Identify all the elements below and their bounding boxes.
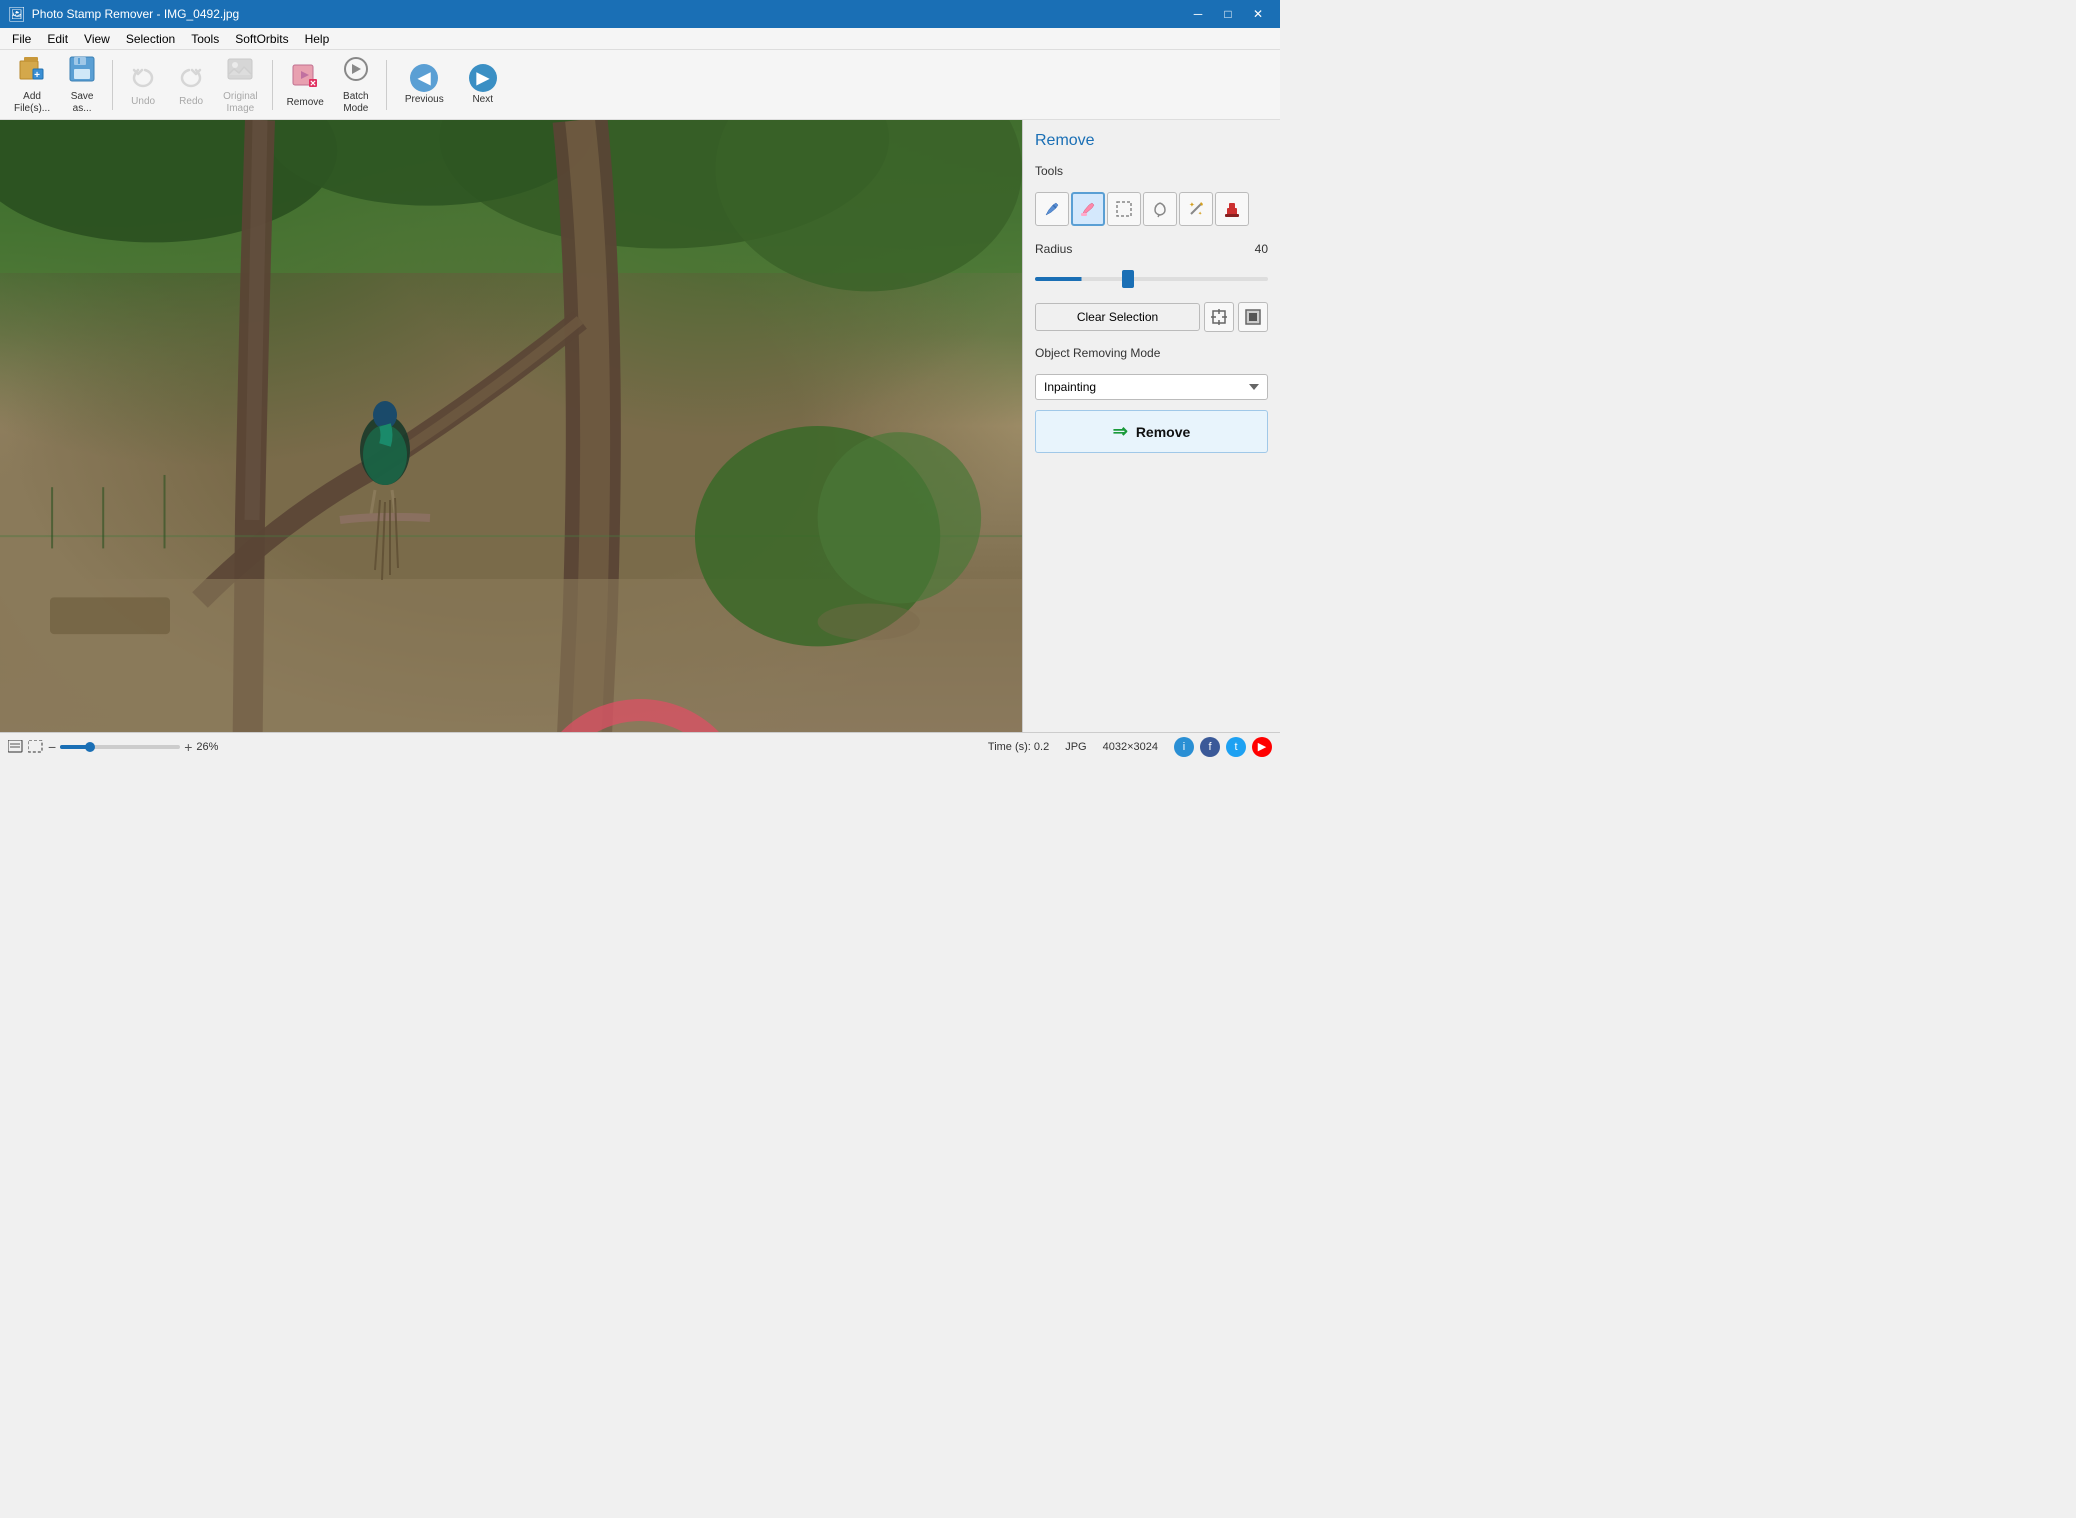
- add-files-button[interactable]: + AddFile(s)...: [8, 56, 56, 114]
- lasso-tool-button[interactable]: [1143, 192, 1177, 226]
- clear-selection-row: Clear Selection: [1035, 302, 1268, 332]
- toolbar-separator-1: [112, 60, 113, 110]
- menu-file[interactable]: File: [4, 30, 39, 48]
- tools-label: Tools: [1035, 164, 1268, 178]
- original-image-button[interactable]: OriginalImage: [217, 56, 263, 114]
- youtube-social-icon[interactable]: ▶: [1252, 737, 1272, 757]
- radius-slider-container[interactable]: [1035, 270, 1268, 284]
- image-area[interactable]: [0, 120, 1022, 732]
- highlight-tool-button[interactable]: [1071, 192, 1105, 226]
- redo-label: Redo: [179, 96, 203, 108]
- batch-mode-icon: [342, 55, 370, 89]
- window-controls: ─ □ ✕: [1184, 3, 1272, 25]
- toolbar: + AddFile(s)... Saveas... Undo: [0, 50, 1280, 120]
- zoom-out-icon[interactable]: −: [48, 739, 56, 755]
- main-layout: Remove Tools: [0, 120, 1280, 732]
- object-removing-label: Object Removing Mode: [1035, 346, 1268, 360]
- tools-row: ✦ ✦: [1035, 192, 1268, 226]
- svg-text:✦: ✦: [1189, 201, 1195, 209]
- rect-select-tool-button[interactable]: [1107, 192, 1141, 226]
- undo-label: Undo: [131, 96, 155, 108]
- next-icon: ▶: [469, 64, 497, 92]
- twitter-social-icon[interactable]: t: [1226, 737, 1246, 757]
- svg-text:✦: ✦: [1198, 211, 1202, 217]
- save-as-label: Saveas...: [71, 91, 94, 115]
- minimize-button[interactable]: ─: [1184, 3, 1212, 25]
- selection-view-icon: [28, 740, 44, 754]
- right-panel: Remove Tools: [1022, 120, 1280, 732]
- redo-icon: [178, 62, 204, 94]
- svg-text:✕: ✕: [310, 79, 317, 88]
- title-bar: 🖼 Photo Stamp Remover - IMG_0492.jpg ─ □…: [0, 0, 1280, 28]
- previous-icon: ◀: [410, 64, 438, 92]
- radius-row: Radius 40: [1035, 242, 1268, 256]
- toolbar-separator-3: [386, 60, 387, 110]
- add-files-icon: +: [18, 55, 46, 89]
- menu-help[interactable]: Help: [297, 30, 338, 48]
- zoom-slider-thumb[interactable]: [85, 742, 95, 752]
- fit-to-selection-button[interactable]: [1204, 302, 1234, 332]
- magic-wand-button[interactable]: ✦ ✦: [1179, 192, 1213, 226]
- original-image-label: OriginalImage: [223, 91, 257, 115]
- maximize-button[interactable]: □: [1214, 3, 1242, 25]
- remove-button[interactable]: ⇒ Remove: [1035, 410, 1268, 453]
- radius-value: 40: [1255, 242, 1268, 256]
- panel-title: Remove: [1035, 132, 1268, 150]
- batch-mode-label: BatchMode: [343, 91, 369, 115]
- menu-tools[interactable]: Tools: [183, 30, 227, 48]
- previous-button[interactable]: ◀ Previous: [395, 56, 454, 114]
- zoom-percent: 26%: [196, 741, 218, 753]
- toolbar-separator-2: [272, 60, 273, 110]
- menu-view[interactable]: View: [76, 30, 118, 48]
- add-files-label: AddFile(s)...: [14, 91, 50, 115]
- dimensions-label: 4032×3024: [1103, 741, 1158, 753]
- original-image-icon: [226, 55, 254, 89]
- clear-selection-button[interactable]: Clear Selection: [1035, 303, 1200, 331]
- app-icon: 🖼: [8, 6, 26, 23]
- facebook-social-icon[interactable]: f: [1200, 737, 1220, 757]
- page-view-icon: [8, 740, 24, 754]
- menu-softorbits[interactable]: SoftOrbits: [227, 30, 296, 48]
- batch-mode-button[interactable]: BatchMode: [334, 56, 378, 114]
- social-links: i f t ▶: [1174, 737, 1272, 757]
- zoom-slider[interactable]: [60, 745, 180, 749]
- menu-edit[interactable]: Edit: [39, 30, 76, 48]
- radius-slider[interactable]: [1035, 277, 1268, 281]
- radius-label: Radius: [1035, 242, 1072, 256]
- zoom-in-icon[interactable]: +: [184, 739, 192, 755]
- window-title: Photo Stamp Remover - IMG_0492.jpg: [32, 7, 1184, 21]
- redo-button[interactable]: Redo: [169, 56, 213, 114]
- remove-toolbar-button[interactable]: ✕ Remove: [281, 56, 330, 114]
- undo-icon: [130, 62, 156, 94]
- close-button[interactable]: ✕: [1244, 3, 1272, 25]
- invert-selection-button[interactable]: [1238, 302, 1268, 332]
- remove-toolbar-label: Remove: [287, 97, 324, 109]
- brush-tool-button[interactable]: [1035, 192, 1069, 226]
- next-button[interactable]: ▶ Next: [458, 56, 508, 114]
- scene-overlay: [0, 120, 1022, 732]
- next-label: Next: [472, 94, 493, 105]
- menu-bar: File Edit View Selection Tools SoftOrbit…: [0, 28, 1280, 50]
- remove-arrow-icon: ⇒: [1113, 421, 1128, 442]
- previous-label: Previous: [405, 94, 444, 105]
- menu-selection[interactable]: Selection: [118, 30, 183, 48]
- save-icon: [68, 55, 96, 89]
- save-as-button[interactable]: Saveas...: [60, 56, 104, 114]
- info-social-icon[interactable]: i: [1174, 737, 1194, 757]
- zoom-controls: − + 26%: [8, 739, 218, 755]
- status-right: Time (s): 0.2 JPG 4032×3024 i f t ▶: [988, 737, 1272, 757]
- status-bar: − + 26% Time (s): 0.2 JPG 4032×3024 i f …: [0, 732, 1280, 760]
- image-canvas: [0, 120, 1022, 732]
- stamp-tool-button[interactable]: [1215, 192, 1249, 226]
- remove-toolbar-icon: ✕: [291, 61, 319, 95]
- format-label: JPG: [1065, 741, 1086, 753]
- undo-button[interactable]: Undo: [121, 56, 165, 114]
- svg-text:+: +: [34, 70, 40, 81]
- removing-mode-select[interactable]: Inpainting Content-Aware Fill Solid Colo…: [1035, 374, 1268, 400]
- time-label: Time (s): 0.2: [988, 741, 1049, 753]
- remove-button-label: Remove: [1136, 424, 1190, 440]
